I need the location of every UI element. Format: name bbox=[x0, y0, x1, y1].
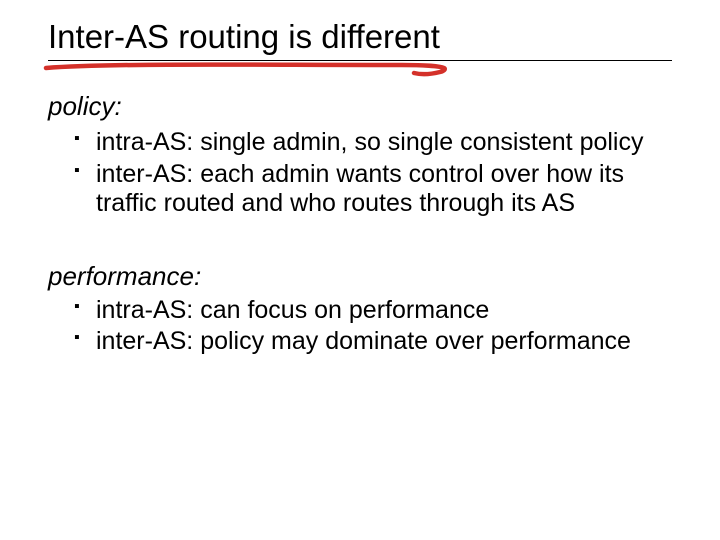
list-item: intra-AS: can focus on performance bbox=[74, 296, 672, 328]
slide-title: Inter-AS routing is different bbox=[48, 18, 672, 61]
list-item: intra-AS: single admin, so single consis… bbox=[74, 128, 672, 160]
performance-list: intra-AS: can focus on performance inter… bbox=[48, 296, 672, 359]
policy-heading: policy: bbox=[48, 91, 672, 122]
slide: Inter-AS routing is different policy: in… bbox=[0, 0, 720, 540]
list-item: inter-AS: each admin wants control over … bbox=[74, 160, 672, 221]
policy-list: intra-AS: single admin, so single consis… bbox=[48, 128, 672, 221]
list-item: inter-AS: policy may dominate over perfo… bbox=[74, 327, 672, 359]
performance-heading: performance: bbox=[48, 261, 672, 292]
hand-drawn-underline-icon bbox=[42, 59, 452, 81]
